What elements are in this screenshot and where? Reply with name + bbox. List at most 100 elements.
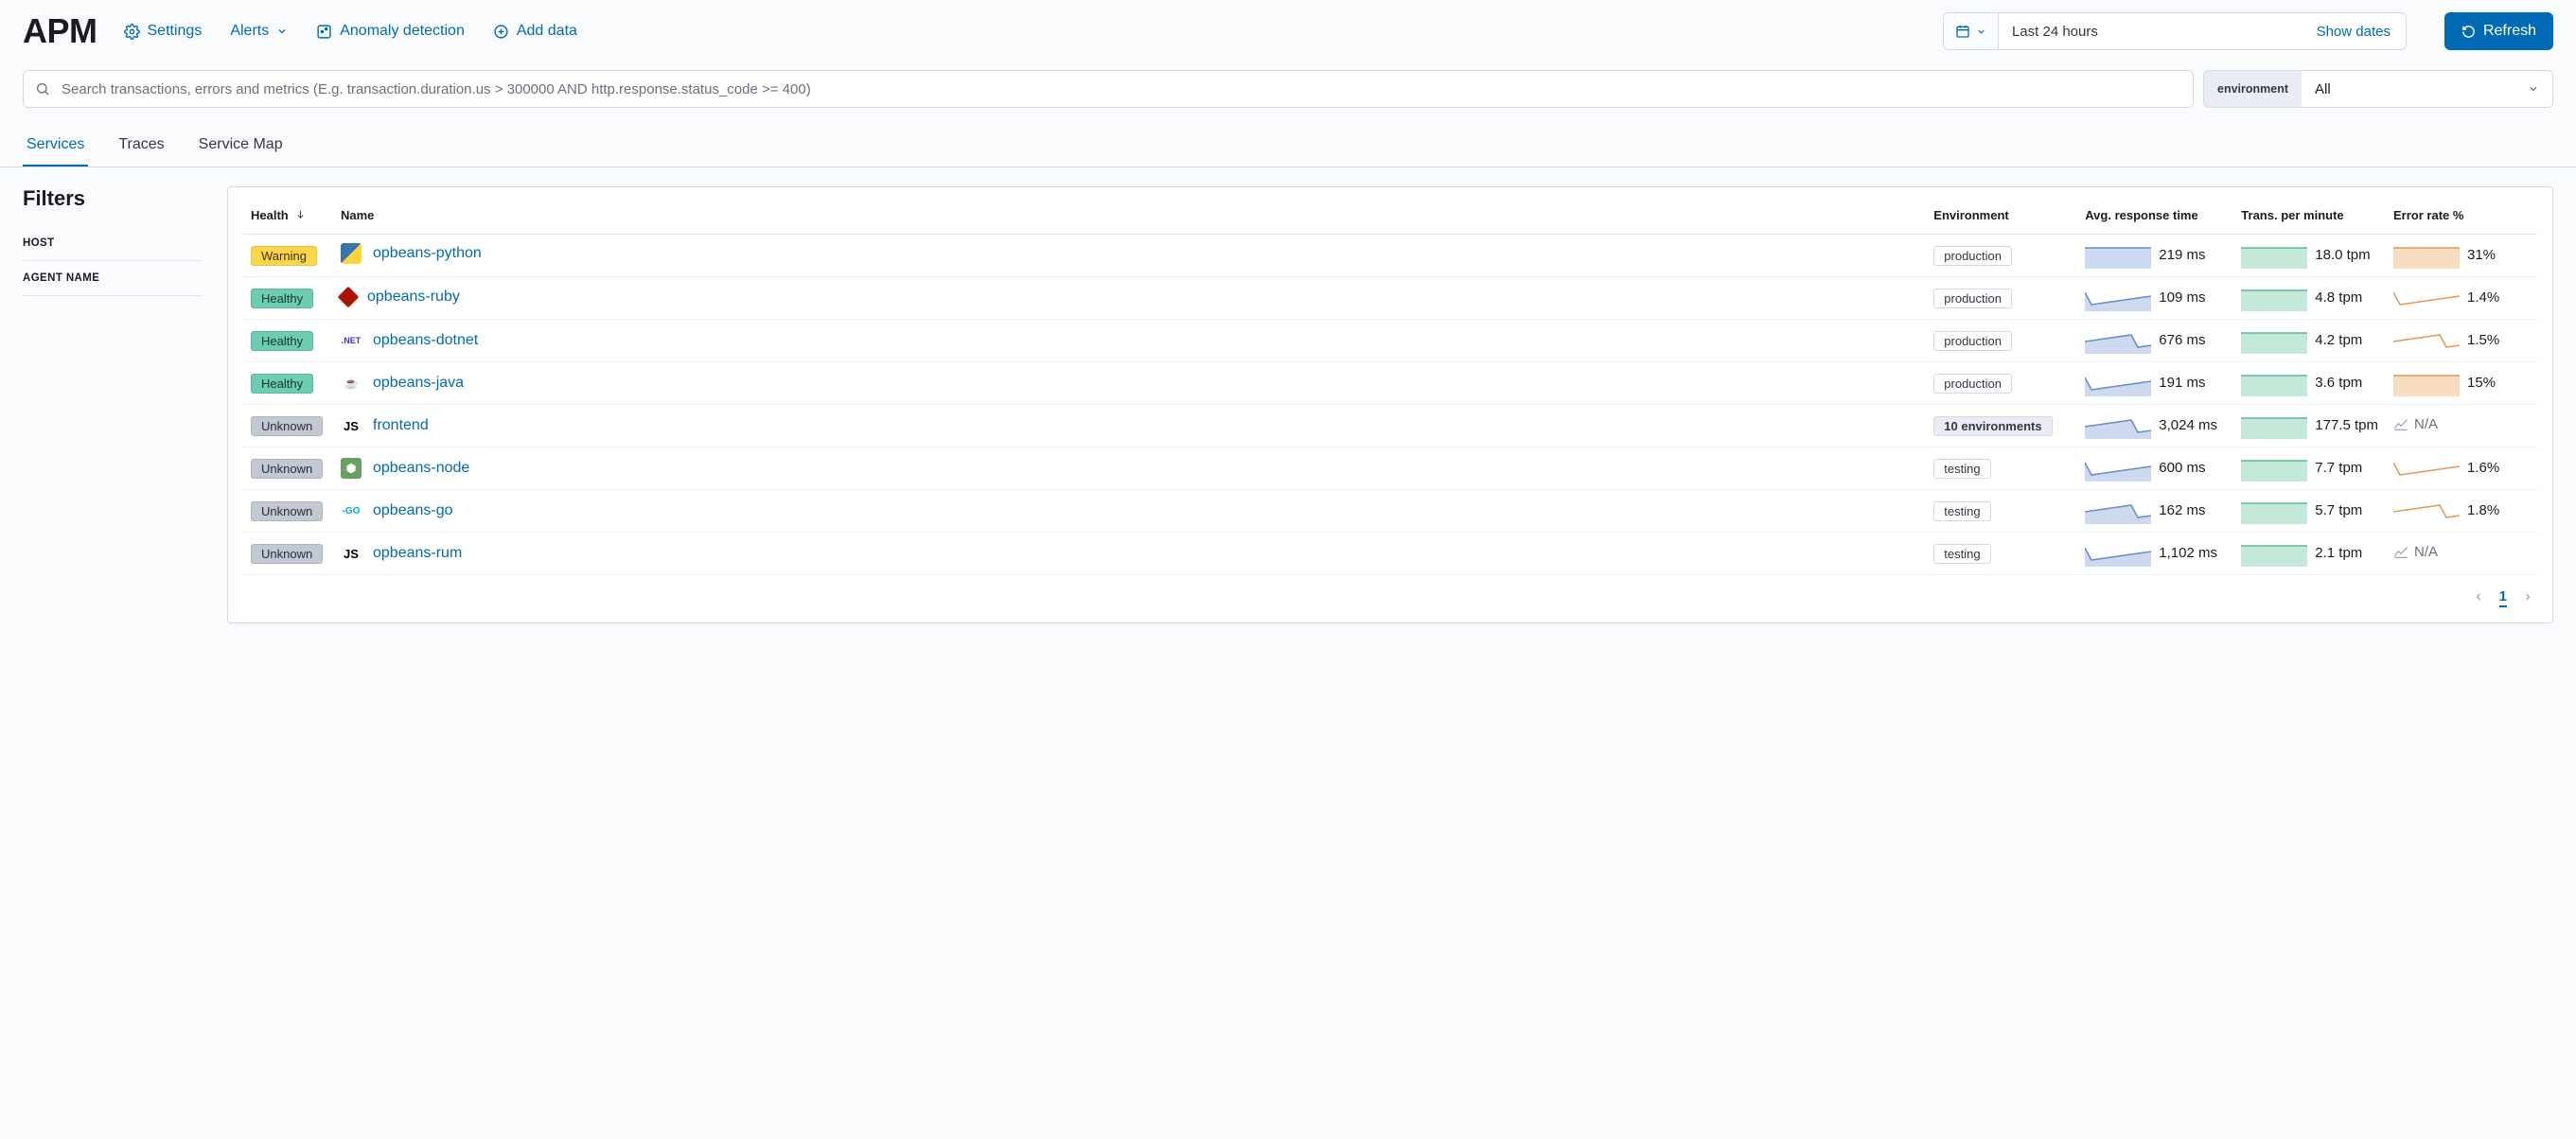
service-link[interactable]: opbeans-node <box>373 460 469 477</box>
chevron-down-icon <box>276 26 288 37</box>
response-time-value: 109 ms <box>2159 289 2205 306</box>
error-rate-value: 31% <box>2467 247 2496 263</box>
date-picker-calendar-button[interactable] <box>1944 13 1999 49</box>
response-time-value: 219 ms <box>2159 247 2205 263</box>
tabs: Services Traces Service Map <box>0 127 2576 167</box>
response-time-sparkline <box>2085 332 2159 348</box>
tpm-sparkline <box>2241 417 2315 433</box>
date-range-label[interactable]: Last 24 hours <box>1999 13 2302 49</box>
table-row: Unknown JS opbeans-rum testing 1,102 ms … <box>243 533 2537 575</box>
services-table: Health Name Environment Avg. response ti… <box>243 199 2537 575</box>
service-link[interactable]: opbeans-ruby <box>367 289 460 306</box>
health-badge: Unknown <box>251 544 323 564</box>
error-rate-value: 1.5% <box>2467 332 2499 348</box>
alerts-link[interactable]: Alerts <box>230 23 288 40</box>
tpm-sparkline <box>2241 289 2315 306</box>
chevron-down-icon <box>2528 83 2539 95</box>
pagination: 1 <box>243 575 2537 611</box>
tpm-value: 4.8 tpm <box>2315 289 2362 306</box>
health-badge: Unknown <box>251 501 323 521</box>
sort-descending-icon <box>295 209 306 219</box>
add-data-link[interactable]: Add data <box>493 23 577 40</box>
tab-services[interactable]: Services <box>23 127 88 166</box>
response-time-value: 1,102 ms <box>2159 545 2217 561</box>
app-title: APM <box>23 11 97 51</box>
col-avg-response[interactable]: Avg. response time <box>2077 199 2233 235</box>
gear-icon <box>124 24 140 40</box>
health-badge: Unknown <box>251 416 323 436</box>
environment-filter-select[interactable]: All <box>2302 71 2552 107</box>
search-input[interactable] <box>62 81 2181 97</box>
error-rate-value: 1.8% <box>2467 502 2499 518</box>
anomaly-label: Anomaly detection <box>340 23 465 40</box>
error-rate-sparkline <box>2393 289 2467 306</box>
col-health[interactable]: Health <box>243 199 333 235</box>
col-name[interactable]: Name <box>333 199 1926 235</box>
search-row: environment All <box>0 70 2576 108</box>
environment-badge: testing <box>1933 501 1990 521</box>
tab-traces[interactable]: Traces <box>115 127 168 166</box>
header-nav: Settings Alerts Anomaly detection Add da… <box>124 23 577 40</box>
error-rate-na: N/A <box>2393 416 2438 432</box>
response-time-sparkline <box>2085 502 2159 518</box>
tpm-value: 18.0 tpm <box>2315 247 2370 263</box>
node-agent-icon: ⬢ <box>341 458 362 479</box>
pagination-current[interactable]: 1 <box>2499 588 2507 607</box>
pagination-prev[interactable] <box>2473 590 2484 606</box>
col-tpm[interactable]: Trans. per minute <box>2233 199 2386 235</box>
col-env-label: Environment <box>1933 208 2008 222</box>
table-row: Warning opbeans-python production 219 ms… <box>243 235 2537 277</box>
refresh-icon <box>2461 25 2476 39</box>
health-badge: Healthy <box>251 331 313 351</box>
response-time-value: 191 ms <box>2159 375 2205 391</box>
filters-title: Filters <box>23 186 203 211</box>
settings-link[interactable]: Settings <box>124 23 203 40</box>
alerts-label: Alerts <box>230 23 269 40</box>
service-link[interactable]: frontend <box>373 417 429 434</box>
service-link[interactable]: opbeans-python <box>373 245 482 262</box>
error-rate-sparkline <box>2393 247 2467 263</box>
anomaly-link[interactable]: Anomaly detection <box>316 23 465 40</box>
error-rate-value: 1.4% <box>2467 289 2499 306</box>
col-error-rate[interactable]: Error rate % <box>2386 199 2537 235</box>
col-environment[interactable]: Environment <box>1926 199 2077 235</box>
tpm-sparkline <box>2241 247 2315 263</box>
error-rate-sparkline <box>2393 502 2467 518</box>
calendar-icon <box>1955 24 1970 39</box>
show-dates-link[interactable]: Show dates <box>2302 13 2406 49</box>
table-row: Unknown JS frontend 10 environments 3,02… <box>243 405 2537 447</box>
chevron-down-icon <box>1976 26 1986 37</box>
tpm-sparkline <box>2241 545 2315 561</box>
search-box <box>23 70 2194 108</box>
pagination-next[interactable] <box>2522 590 2533 606</box>
environment-badge: testing <box>1933 544 1990 564</box>
error-rate-sparkline <box>2393 460 2467 476</box>
tpm-value: 3.6 tpm <box>2315 375 2362 391</box>
tpm-sparkline <box>2241 332 2315 348</box>
service-link[interactable]: opbeans-rum <box>373 545 462 562</box>
environment-badge: production <box>1933 246 2012 266</box>
table-row: Healthy opbeans-ruby production 109 ms 4… <box>243 277 2537 320</box>
refresh-label: Refresh <box>2483 23 2536 40</box>
response-time-sparkline <box>2085 417 2159 433</box>
refresh-button[interactable]: Refresh <box>2444 12 2553 50</box>
tab-service-map[interactable]: Service Map <box>195 127 287 166</box>
filter-agent-name[interactable]: AGENT NAME <box>23 261 203 296</box>
filter-host[interactable]: HOST <box>23 226 203 261</box>
add-data-label: Add data <box>517 23 577 40</box>
service-link[interactable]: opbeans-dotnet <box>373 332 478 349</box>
header: APM Settings Alerts Anomaly detection Ad… <box>0 0 2576 70</box>
service-link[interactable]: opbeans-java <box>373 375 464 392</box>
go-agent-icon: -GO <box>341 500 362 521</box>
col-name-label: Name <box>341 208 374 222</box>
error-rate-value: 15% <box>2467 375 2496 391</box>
environment-filter: environment All <box>2203 70 2553 108</box>
tpm-value: 2.1 tpm <box>2315 545 2362 561</box>
search-icon <box>35 81 50 96</box>
environment-badge: production <box>1933 331 2012 351</box>
error-rate-sparkline <box>2393 375 2467 391</box>
environment-badge[interactable]: 10 environments <box>1933 416 2052 436</box>
col-err-label: Error rate % <box>2393 208 2463 222</box>
service-link[interactable]: opbeans-go <box>373 502 453 519</box>
date-picker: Last 24 hours Show dates <box>1943 12 2407 50</box>
